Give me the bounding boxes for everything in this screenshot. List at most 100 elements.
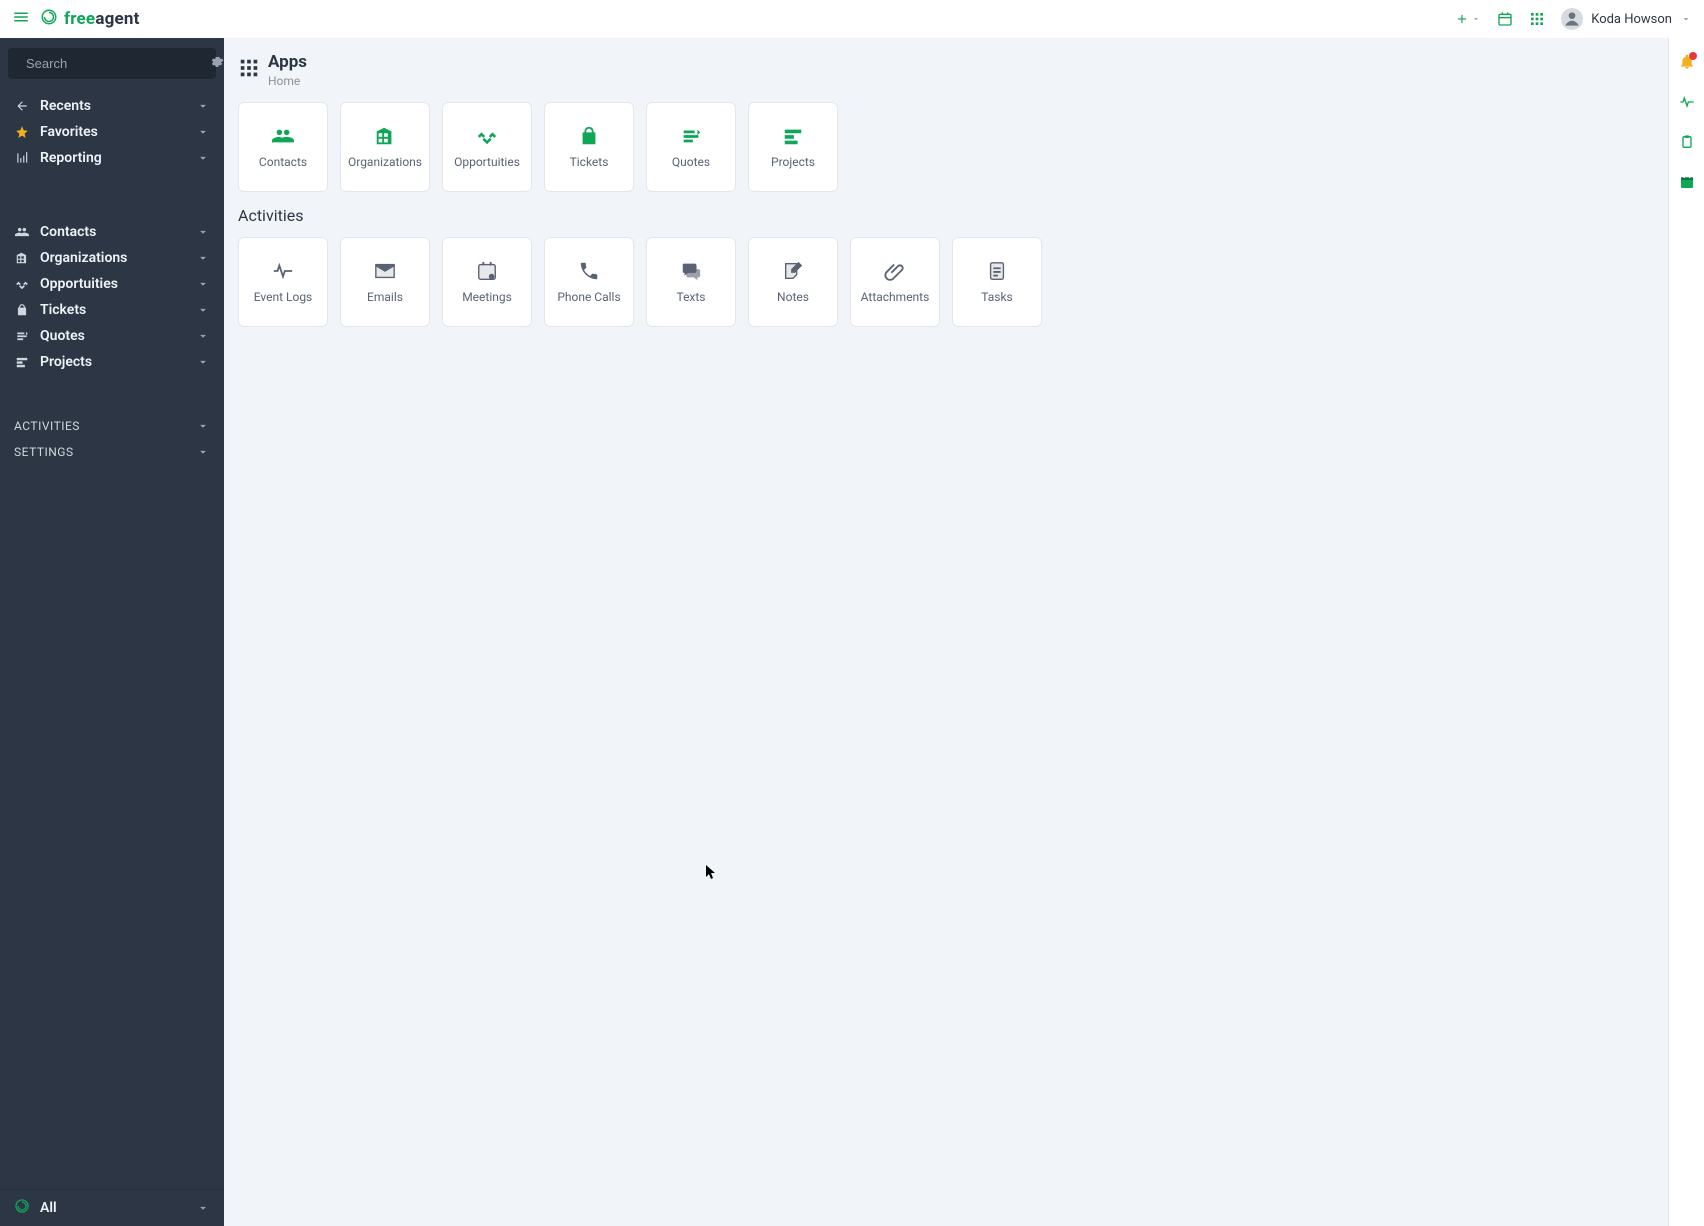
brand-swirl-icon [14,1198,30,1218]
app-card-label: Tickets [570,155,609,169]
chevron-down-icon [196,303,210,317]
sidebar-item-tickets[interactable]: Tickets [0,297,224,323]
notification-dot [1689,52,1697,60]
organizations-icon [374,125,396,147]
main-area: Apps Home Contacts Organizations [224,38,1704,1226]
event-logs-icon [272,260,294,282]
activity-card-label: Event Logs [254,290,313,304]
sidebar-item-label: Favorites [40,124,98,140]
activities-header: Activities [238,206,1654,225]
sidebar-search[interactable] [8,48,216,79]
header-calendar-icon[interactable] [1497,11,1513,27]
add-button[interactable] [1455,12,1481,26]
projects-icon [782,125,804,147]
sidebar-item-quotes[interactable]: Quotes [0,323,224,349]
activity-card-label: Notes [777,290,809,304]
chevron-down-icon [1680,13,1692,25]
brand-swirl-icon [40,8,58,30]
chevron-down-icon [196,99,210,113]
sidebar-group-label: ACTIVITIES [14,419,80,433]
app-card-label: Organizations [348,155,422,169]
breadcrumb: Home [268,74,307,88]
sidebar-item-label: Projects [40,354,92,370]
search-input[interactable] [26,56,202,71]
chevron-down-icon [196,251,210,265]
contacts-icon [272,125,294,147]
app-header: freeagent Koda Howson [0,0,1704,38]
sidebar-footer-all[interactable]: All [0,1189,224,1226]
star-icon [14,124,30,140]
sidebar-item-projects[interactable]: Projects [0,349,224,375]
sidebar: Recents Favorites Reporting [0,38,224,1226]
sidebar-item-recents[interactable]: Recents [0,93,224,119]
chevron-down-icon [196,445,210,459]
sidebar-group-label: SETTINGS [14,445,74,459]
activity-icon[interactable] [1679,94,1695,114]
activity-card-phone-calls[interactable]: Phone Calls [544,237,634,327]
sidebar-item-reporting[interactable]: Reporting [0,145,224,171]
sidebar-item-opportunities[interactable]: Opportuities [0,271,224,297]
activity-card-meetings[interactable]: Meetings [442,237,532,327]
contacts-icon [14,224,30,240]
sidebar-item-favorites[interactable]: Favorites [0,119,224,145]
right-rail [1668,38,1704,1226]
brand-logo[interactable]: freeagent [40,8,140,30]
app-card-organizations[interactable]: Organizations [340,102,430,192]
header-apps-icon[interactable] [1529,11,1545,27]
texts-icon [680,260,702,282]
activity-card-emails[interactable]: Emails [340,237,430,327]
chevron-down-icon [196,355,210,369]
notes-icon [782,260,804,282]
app-card-opportunities[interactable]: Opportuities [442,102,532,192]
page-title: Apps [268,52,307,72]
search-settings-icon[interactable] [210,54,224,73]
quote-icon [14,328,30,344]
sidebar-item-organizations[interactable]: Organizations [0,245,224,271]
app-card-projects[interactable]: Projects [748,102,838,192]
activity-card-attachments[interactable]: Attachments [850,237,940,327]
brand-name: freeagent [64,9,140,29]
attachments-icon [884,260,906,282]
apps-grid-icon [238,57,260,83]
activity-card-label: Phone Calls [557,290,620,304]
sidebar-item-label: Reporting [40,150,102,166]
sidebar-item-label: Contacts [40,224,96,240]
app-card-tickets[interactable]: Tickets [544,102,634,192]
app-card-quotes[interactable]: Quotes [646,102,736,192]
activity-card-notes[interactable]: Notes [748,237,838,327]
clipboard-icon[interactable] [1679,134,1695,154]
app-card-label: Quotes [672,155,710,169]
emails-icon [374,260,396,282]
notifications-icon[interactable] [1679,54,1695,74]
ticket-icon [578,125,600,147]
tasks-icon [986,260,1008,282]
activities-grid: Event Logs Emails Meetings Phone Calls [238,237,1654,327]
chart-icon [14,150,30,166]
sidebar-group-settings[interactable]: SETTINGS [0,439,224,465]
back-icon [14,98,30,114]
hamburger-icon[interactable] [12,8,30,30]
quote-icon [680,125,702,147]
activity-card-label: Attachments [861,290,930,304]
handshake-icon [476,125,498,147]
app-card-label: Opportuities [454,155,520,169]
sidebar-group-activities[interactable]: ACTIVITIES [0,413,224,439]
app-card-label: Contacts [259,155,307,169]
activity-card-label: Tasks [981,290,1013,304]
calendar-icon[interactable] [1679,174,1695,194]
user-name: Koda Howson [1591,12,1672,27]
app-card-contacts[interactable]: Contacts [238,102,328,192]
sidebar-item-contacts[interactable]: Contacts [0,219,224,245]
user-menu[interactable]: Koda Howson [1561,8,1692,30]
activity-card-event-logs[interactable]: Event Logs [238,237,328,327]
projects-icon [14,354,30,370]
activity-card-texts[interactable]: Texts [646,237,736,327]
phone-icon [578,260,600,282]
activity-card-label: Texts [676,290,705,304]
sidebar-item-label: Tickets [40,302,86,318]
chevron-down-icon [196,277,210,291]
organizations-icon [14,250,30,266]
sidebar-item-label: Recents [40,98,91,114]
activity-card-tasks[interactable]: Tasks [952,237,1042,327]
avatar [1561,8,1583,30]
